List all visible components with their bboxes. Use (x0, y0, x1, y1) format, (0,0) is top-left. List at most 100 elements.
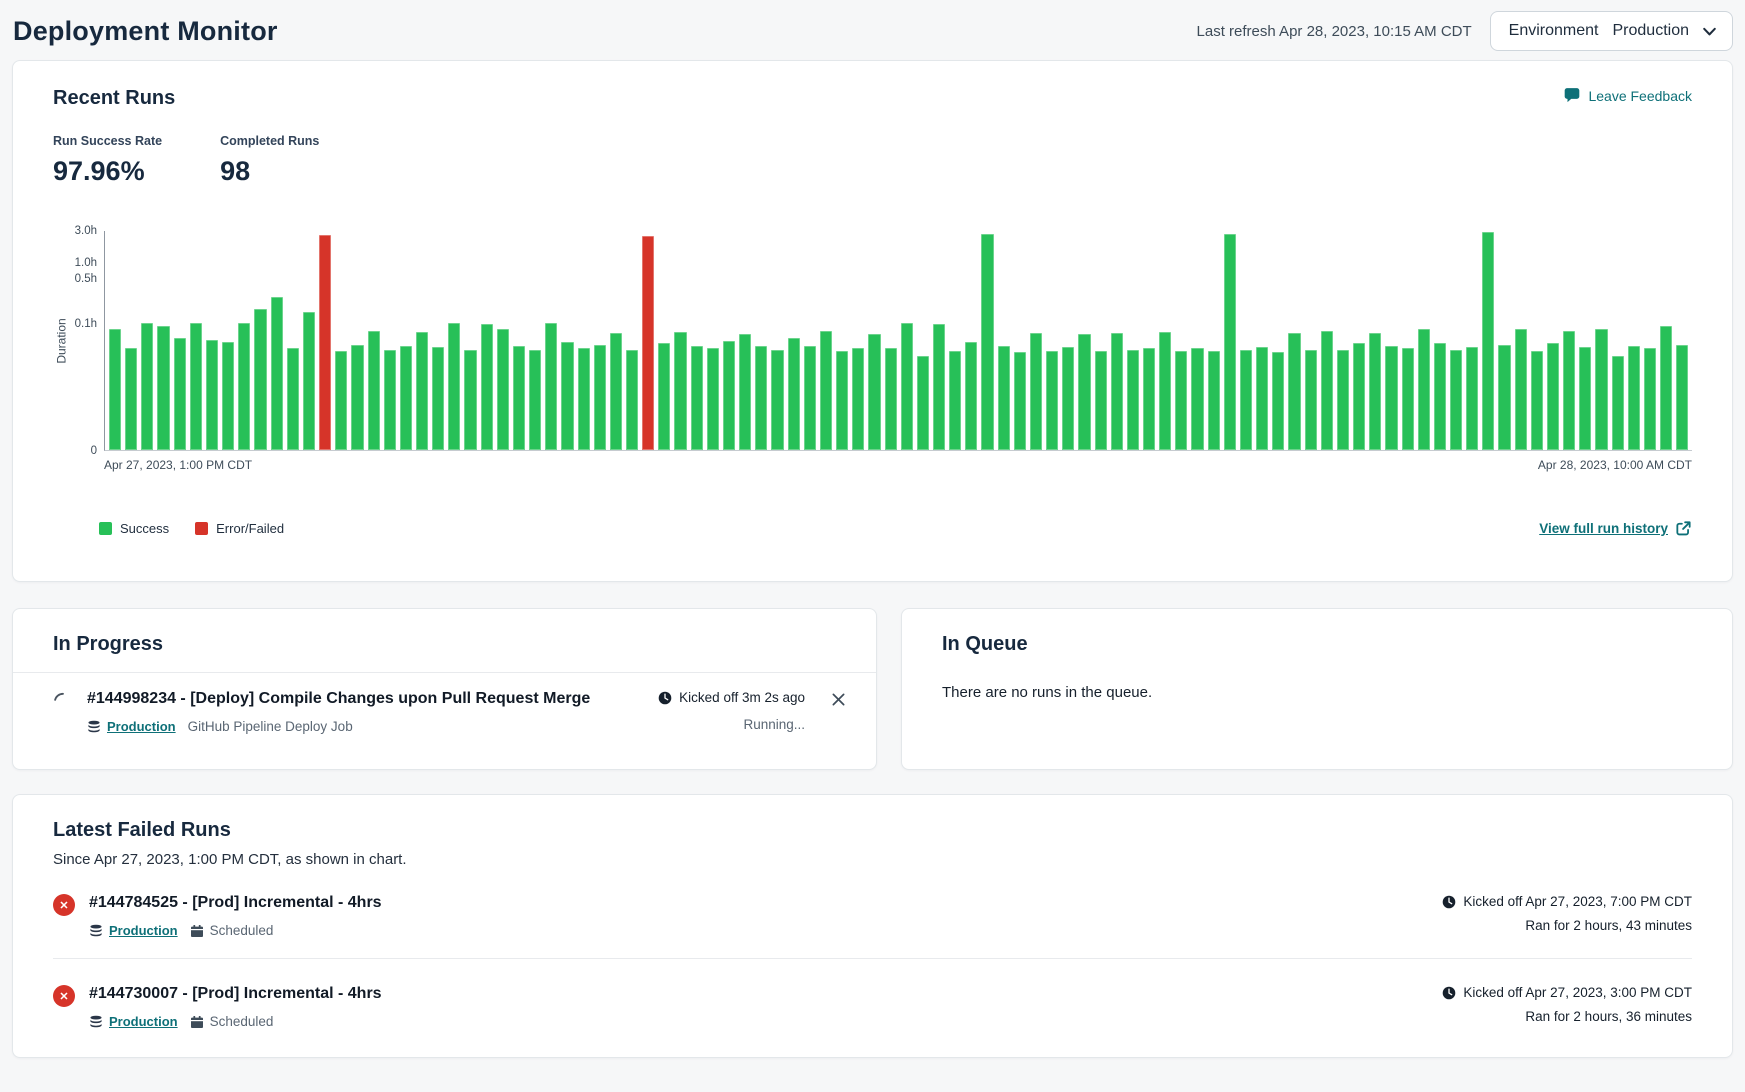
run-bar-success[interactable] (1676, 345, 1688, 450)
run-bar-failed[interactable] (319, 235, 331, 450)
run-bar-success[interactable] (578, 348, 590, 450)
run-bar-success[interactable] (206, 340, 218, 451)
close-icon[interactable] (831, 690, 846, 707)
run-bar-success[interactable] (1628, 346, 1640, 450)
run-bar-success[interactable] (1482, 232, 1494, 451)
run-bar-success[interactable] (1191, 348, 1203, 450)
run-bar-success[interactable] (1402, 348, 1414, 450)
run-bar-success[interactable] (1434, 343, 1446, 450)
run-bar-success[interactable] (1660, 326, 1672, 451)
run-bar-success[interactable] (674, 332, 686, 450)
run-bar-success[interactable] (1515, 329, 1527, 450)
run-bar-success[interactable] (238, 323, 250, 450)
run-bar-success[interactable] (594, 345, 606, 450)
environment-dropdown[interactable]: Environment Production (1490, 11, 1733, 51)
run-bar-success[interactable] (836, 351, 848, 450)
run-bar-success[interactable] (1612, 356, 1624, 450)
run-bar-success[interactable] (464, 350, 476, 450)
run-bar-success[interactable] (1095, 351, 1107, 450)
run-bar-success[interactable] (384, 350, 396, 450)
run-bar-success[interactable] (933, 324, 945, 450)
run-bar-success[interactable] (1337, 350, 1349, 450)
run-bar-success[interactable] (351, 345, 363, 450)
run-bar-success[interactable] (1175, 351, 1187, 450)
run-bar-success[interactable] (1127, 350, 1139, 450)
run-bar-success[interactable] (1547, 343, 1559, 450)
run-bar-success[interactable] (1030, 333, 1042, 450)
run-bar-success[interactable] (1450, 350, 1462, 450)
run-bar-success[interactable] (949, 351, 961, 450)
run-bar-success[interactable] (820, 331, 832, 450)
run-bar-success[interactable] (545, 323, 557, 450)
run-bar-success[interactable] (1305, 350, 1317, 450)
run-bar-success[interactable] (1272, 352, 1284, 450)
run-bar-success[interactable] (1498, 345, 1510, 450)
run-bar-success[interactable] (125, 348, 137, 450)
run-bar-success[interactable] (109, 329, 121, 450)
run-bar-success[interactable] (513, 346, 525, 450)
run-bar-success[interactable] (174, 338, 186, 450)
run-bar-success[interactable] (739, 334, 751, 450)
run-bar-success[interactable] (852, 348, 864, 450)
run-bar-success[interactable] (998, 346, 1010, 450)
run-bar-success[interactable] (1466, 347, 1478, 450)
run-bar-success[interactable] (1418, 329, 1430, 450)
run-bar-success[interactable] (901, 323, 913, 450)
run-bar-success[interactable] (416, 332, 428, 450)
environment-link[interactable]: Production (107, 719, 176, 734)
run-bar-success[interactable] (1208, 351, 1220, 450)
run-bar-success[interactable] (287, 348, 299, 450)
run-bar-success[interactable] (335, 351, 347, 450)
run-bar-failed[interactable] (642, 236, 654, 450)
run-bar-success[interactable] (771, 350, 783, 450)
run-bar-success[interactable] (1369, 333, 1381, 450)
run-bar-success[interactable] (1046, 351, 1058, 450)
run-bar-success[interactable] (400, 346, 412, 450)
run-bar-success[interactable] (1579, 347, 1591, 450)
leave-feedback-link[interactable]: Leave Feedback (1563, 87, 1692, 105)
run-bar-success[interactable] (1531, 351, 1543, 450)
run-bar-success[interactable] (222, 342, 234, 450)
run-bar-success[interactable] (481, 324, 493, 450)
run-bar-success[interactable] (804, 346, 816, 450)
run-bar-success[interactable] (917, 356, 929, 450)
run-bar-success[interactable] (303, 312, 315, 450)
run-bar-success[interactable] (1563, 331, 1575, 450)
run-bar-success[interactable] (1014, 352, 1026, 450)
run-bar-success[interactable] (965, 342, 977, 450)
run-bar-success[interactable] (691, 346, 703, 450)
run-bar-success[interactable] (658, 343, 670, 450)
run-bar-success[interactable] (141, 323, 153, 450)
run-bar-success[interactable] (1143, 348, 1155, 450)
run-bar-success[interactable] (1353, 343, 1365, 450)
run-bar-success[interactable] (868, 334, 880, 450)
run-bar-success[interactable] (1078, 334, 1090, 450)
run-bar-success[interactable] (271, 297, 283, 450)
run-bar-success[interactable] (1159, 332, 1171, 450)
run-bar-success[interactable] (1595, 329, 1607, 450)
run-bar-success[interactable] (497, 329, 509, 450)
view-full-run-history-link[interactable]: View full run history (1539, 520, 1692, 537)
run-bar-success[interactable] (190, 323, 202, 450)
run-bar-success[interactable] (610, 333, 622, 450)
run-bar-success[interactable] (561, 342, 573, 450)
run-bar-success[interactable] (723, 341, 735, 450)
run-bar-success[interactable] (529, 350, 541, 450)
run-bar-success[interactable] (1224, 234, 1236, 450)
run-bar-success[interactable] (1644, 348, 1656, 450)
run-bar-success[interactable] (1240, 350, 1252, 450)
environment-link[interactable]: Production (109, 1014, 178, 1029)
run-bar-success[interactable] (981, 234, 993, 450)
run-bar-success[interactable] (448, 323, 460, 450)
environment-link[interactable]: Production (109, 923, 178, 938)
run-bar-success[interactable] (1062, 347, 1074, 450)
run-bar-success[interactable] (254, 309, 266, 450)
run-bar-success[interactable] (1256, 347, 1268, 450)
run-bar-success[interactable] (1321, 331, 1333, 450)
run-bar-success[interactable] (626, 350, 638, 450)
run-bar-success[interactable] (157, 326, 169, 451)
run-bar-success[interactable] (755, 346, 767, 450)
run-bar-success[interactable] (432, 347, 444, 450)
run-bar-success[interactable] (368, 331, 380, 450)
run-bar-success[interactable] (1288, 333, 1300, 450)
